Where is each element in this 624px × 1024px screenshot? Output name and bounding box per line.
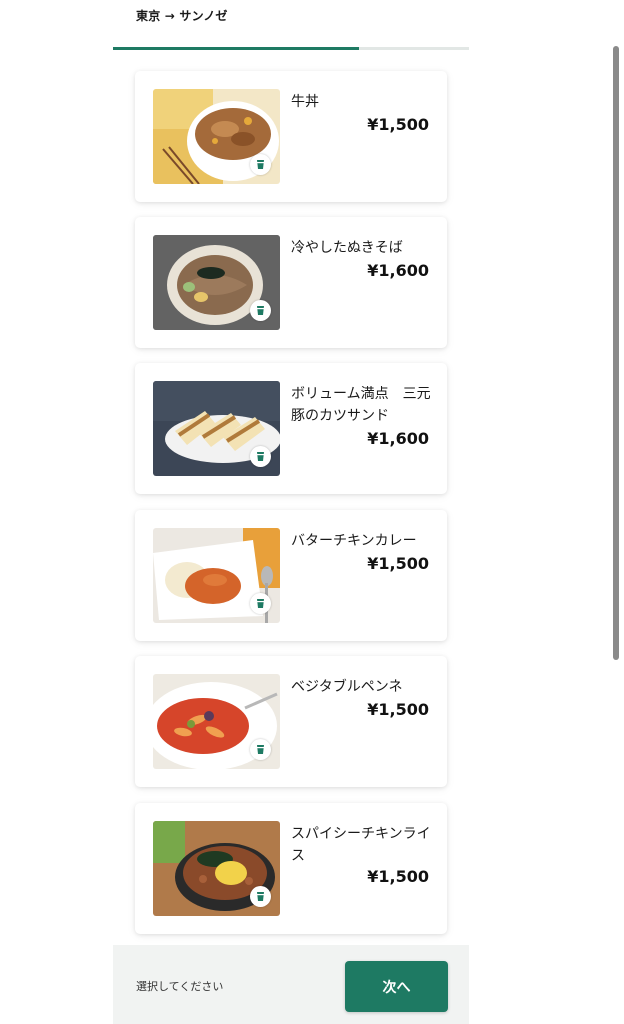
meal-name: 冷やしたぬきそば xyxy=(291,240,403,256)
drink-cup-icon xyxy=(250,446,271,467)
meal-price: ¥1,600 xyxy=(367,429,429,448)
progress-fill xyxy=(113,47,359,50)
meal-price: ¥1,600 xyxy=(367,261,429,280)
meal-photo-butter-chicken-curry xyxy=(153,528,280,623)
next-button[interactable]: 次へ xyxy=(345,961,448,1012)
meal-price: ¥1,500 xyxy=(367,867,429,886)
drink-cup-icon xyxy=(250,154,271,175)
meal-price: ¥1,500 xyxy=(367,554,429,573)
meal-price: ¥1,500 xyxy=(367,700,429,719)
meal-card-gyudon[interactable]: 牛丼 ¥1,500 xyxy=(135,71,447,202)
drink-cup-icon xyxy=(250,593,271,614)
meal-card-butter-chicken-curry[interactable]: バターチキンカレー ¥1,500 xyxy=(135,510,447,641)
meal-card-spicy-chicken-rice[interactable]: スパイシーチキンライス ¥1,500 xyxy=(135,803,447,934)
meal-card-soba[interactable]: 冷やしたぬきそば ¥1,600 xyxy=(135,217,447,348)
meal-photo-spicy-chicken-rice xyxy=(153,821,280,916)
meal-name: 牛丼 xyxy=(291,94,319,110)
meal-photo-vegetable-penne xyxy=(153,674,280,769)
meal-photo-katsu-sando xyxy=(153,381,280,476)
meal-photo-soba xyxy=(153,235,280,330)
drink-cup-icon xyxy=(250,886,271,907)
scrollbar-thumb[interactable] xyxy=(613,46,619,660)
meal-card-vegetable-penne[interactable]: ベジタブルペンネ ¥1,500 xyxy=(135,656,447,787)
drink-cup-icon xyxy=(250,300,271,321)
meal-photo-gyudon xyxy=(153,89,280,184)
meal-selection-page: 東京 → サンノゼ 牛丼 ¥1,500 冷やしたぬきそば ¥1,600 ボリュー… xyxy=(0,0,624,1024)
meal-name: バターチキンカレー xyxy=(291,533,417,549)
meal-card-katsu-sando[interactable]: ボリューム満点 三元豚のカツサンド ¥1,600 xyxy=(135,363,447,494)
drink-cup-icon xyxy=(250,739,271,760)
meal-name: ベジタブルペンネ xyxy=(291,679,403,695)
progress-bar xyxy=(113,47,469,50)
meal-price: ¥1,500 xyxy=(367,115,429,134)
meal-name: スパイシーチキンライス xyxy=(291,826,431,864)
meal-name: ボリューム満点 三元豚のカツサンド xyxy=(291,386,431,424)
route-label: 東京 → サンノゼ xyxy=(136,9,228,23)
selection-footer: 選択してください 次へ xyxy=(113,945,469,1024)
selection-prompt: 選択してください xyxy=(136,980,224,993)
